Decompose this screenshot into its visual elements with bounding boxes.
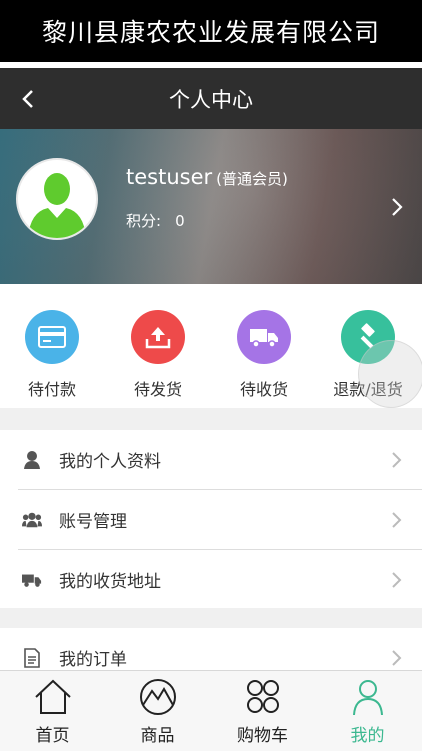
chevron-right-icon [392, 571, 402, 588]
profile-header[interactable]: testuser (普通会员) 积分: 0 [0, 129, 422, 284]
order-label: 待收货 [239, 380, 288, 399]
circles-icon [247, 680, 279, 713]
order-pending-payment[interactable]: 待付款 [2, 310, 102, 400]
username-text: testuser [126, 165, 213, 189]
card-icon [25, 310, 79, 364]
person-icon [24, 450, 40, 469]
points: 积分: 0 [126, 210, 185, 231]
username: testuser (普通会员) [126, 165, 288, 189]
order-pending-receipt[interactable]: 待收货 [214, 310, 314, 400]
page-title: 个人中心 [169, 87, 253, 112]
order-label: 待付款 [27, 380, 76, 399]
avatar-person-icon [28, 173, 86, 238]
tab-products[interactable]: 商品 [105, 671, 210, 751]
order-shortcuts: 待付款 待发货 待收货 退款/退货 [0, 284, 422, 408]
upload-tray-icon [131, 310, 185, 364]
menu-item-label: 我的订单 [59, 650, 127, 670]
member-level: (普通会员) [216, 170, 288, 188]
home-icon [35, 679, 71, 714]
tab-label: 商品 [140, 726, 175, 746]
avatar[interactable] [16, 158, 98, 240]
order-pending-shipment[interactable]: 待发货 [108, 310, 208, 400]
truck-icon [237, 310, 291, 364]
document-icon [24, 647, 40, 668]
nav-bar: 个人中心 [0, 68, 422, 129]
banner-title: 黎川县康农农业发展有限公司 [41, 18, 380, 47]
chevron-right-icon[interactable] [386, 195, 408, 219]
menu-item-label: 我的个人资料 [59, 452, 161, 472]
menu-item-label: 我的收货地址 [59, 572, 161, 592]
order-label: 待发货 [133, 380, 182, 399]
chevron-left-icon [22, 90, 33, 108]
tab-home[interactable]: 首页 [0, 671, 105, 751]
users-icon [22, 512, 42, 527]
menu-group: 我的订单 [0, 628, 422, 670]
tab-cart[interactable]: 购物车 [210, 671, 315, 751]
menu-item-profile[interactable]: 我的个人资料 [0, 430, 422, 489]
chevron-right-icon [392, 511, 402, 528]
chevron-right-icon [392, 451, 402, 468]
profile-icon [353, 680, 383, 716]
tab-label: 我的 [350, 726, 385, 746]
points-value: 0 [175, 212, 185, 230]
tab-label: 购物车 [237, 726, 288, 746]
tab-label: 首页 [35, 726, 70, 746]
back-button[interactable] [10, 82, 46, 116]
menu-item-label: 账号管理 [59, 512, 127, 532]
menu-item-account[interactable]: 账号管理 [0, 490, 422, 549]
points-label: 积分: [126, 212, 162, 230]
tab-mine[interactable]: 我的 [315, 671, 420, 751]
chevron-right-icon [392, 649, 402, 666]
app-banner: 黎川县康农农业发展有限公司 [0, 0, 422, 62]
menu-group: 我的个人资料 账号管理 我的收货地址 [0, 430, 422, 608]
mountain-icon [140, 679, 176, 715]
truck-icon [22, 574, 42, 587]
tab-bar: 首页 商品 购物车 我的 [0, 670, 422, 751]
floating-assistive-button[interactable] [358, 340, 422, 408]
menu-item-address[interactable]: 我的收货地址 [0, 550, 422, 609]
